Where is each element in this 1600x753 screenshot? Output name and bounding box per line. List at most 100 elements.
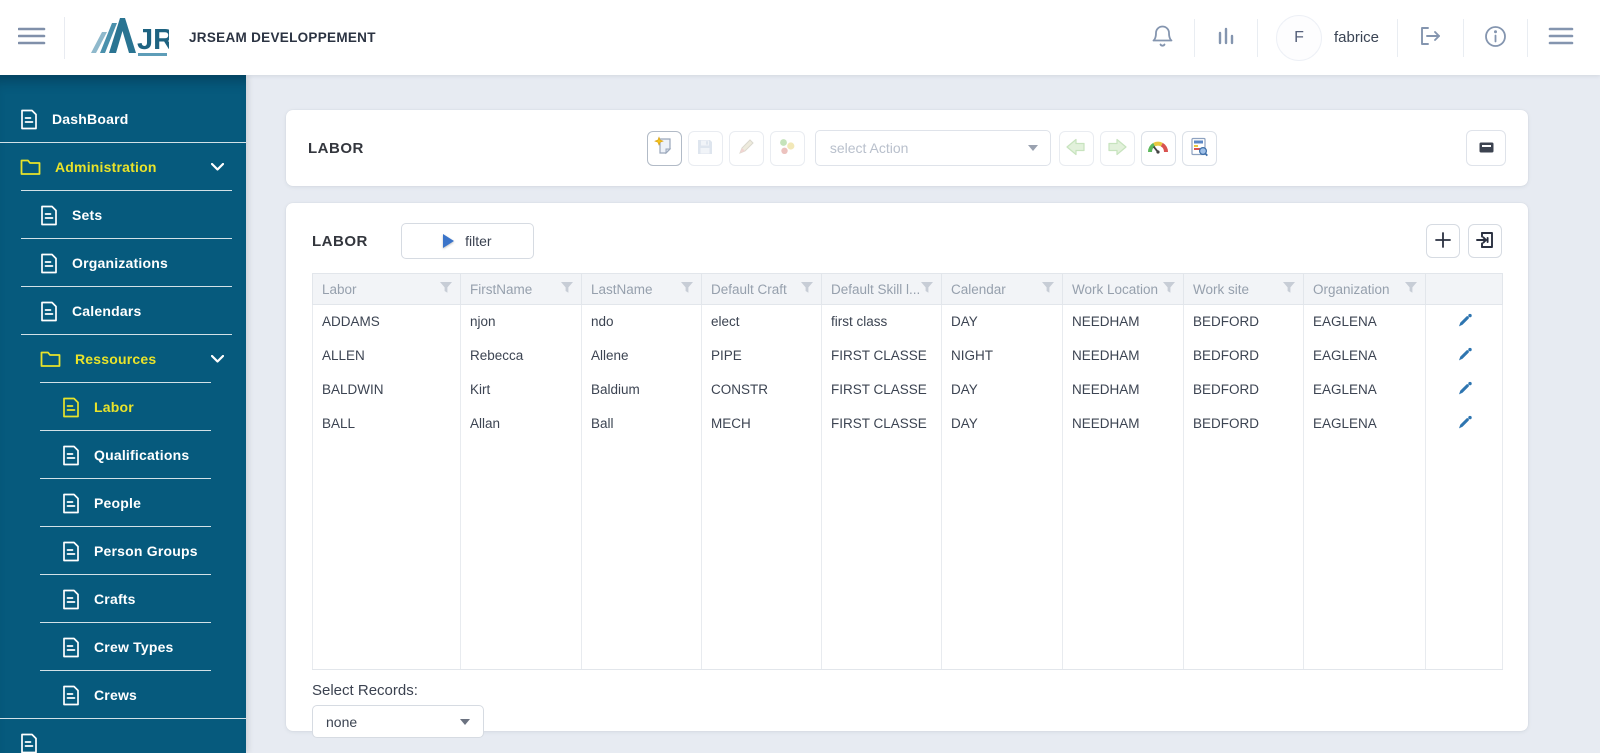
filter-funnel-icon[interactable] [1282,281,1296,297]
table-cell: FIRST CLASSE [821,372,942,407]
sidebar-nav: DashBoard Administration Sets Organizations… [0,75,246,753]
column-header-organization[interactable]: Organization [1303,273,1426,305]
app-logo[interactable]: JRS [89,15,169,61]
column-header-default-skill-l[interactable]: Default Skill l... [821,273,942,305]
previous-button[interactable] [1058,130,1094,166]
info-icon [1484,25,1507,51]
table-cell: MECH [701,406,822,441]
table-row[interactable]: ALLEN Rebecca Allene PIPE FIRST CLASSE NIGHT N… [312,338,1503,373]
save-icon [696,138,714,159]
avatar: F [1275,14,1322,61]
sidebar-item-labor[interactable]: Labor [0,383,246,431]
row-edit-button[interactable] [1455,311,1474,333]
sidebar-item-organizations[interactable]: Organizations [0,239,246,287]
filter-funnel-icon[interactable] [1404,281,1418,297]
table-header-row: Labor FirstName LastName Default Craft Defau… [312,273,1503,305]
table-cell: EAGLENA [1303,338,1426,373]
document-icon [40,205,58,226]
export-button[interactable] [1468,224,1502,258]
add-record-button[interactable] [1426,224,1460,258]
gauge-button[interactable] [1140,130,1176,166]
row-edit-button[interactable] [1455,379,1474,401]
sidebar-item-people[interactable]: People [0,479,246,527]
filter-funnel-icon[interactable] [680,281,694,297]
column-header-labor[interactable]: Labor [312,273,461,305]
settings-menu-button[interactable] [1528,26,1574,49]
sidebar-item-crafts[interactable]: Crafts [0,575,246,623]
bar-chart-icon [1215,25,1237,50]
row-edit-button[interactable] [1455,345,1474,367]
sidebar-toggle-button[interactable] [17,25,50,51]
sidebar-item-qualifications[interactable]: Qualifications [0,431,246,479]
folder-icon [40,350,61,368]
table-filler-cell [821,440,942,670]
document-icon [62,589,80,610]
table-filler-cell [1425,440,1503,670]
logout-button[interactable] [1398,26,1463,49]
table-row[interactable]: BALDWIN Kirt Baldium CONSTR FIRST CLASSE DAY N… [312,372,1503,407]
grid-panel: LABOR filter Labor FirstName LastName Defau… [286,203,1528,738]
filter-funnel-icon[interactable] [800,281,814,297]
table-cell: DAY [941,304,1063,339]
next-button[interactable] [1099,130,1135,166]
filter-funnel-icon[interactable] [1041,281,1055,297]
new-record-button[interactable] [646,130,682,166]
sidebar-item-person-groups[interactable]: Person Groups [0,527,246,575]
table-cell: EAGLENA [1303,372,1426,407]
filter-button[interactable]: filter [400,223,534,259]
table-cell-actions [1425,304,1503,339]
column-header-default-craft[interactable]: Default Craft [701,273,822,305]
table-cell: PIPE [701,338,822,373]
sidebar-item-administration[interactable]: Administration [0,143,246,191]
hamburger-icon [17,25,46,50]
row-edit-button[interactable] [1455,413,1474,435]
table-cell: NEEDHAM [1062,304,1184,339]
column-header-work-location[interactable]: Work Location [1062,273,1184,305]
collapse-panel-button[interactable] [1466,130,1506,166]
select-action-dropdown[interactable]: select Action [814,130,1051,166]
column-header-firstname[interactable]: FirstName [460,273,582,305]
info-button[interactable] [1464,25,1527,51]
sidebar-item-label: Crews [94,687,138,703]
filter-funnel-icon[interactable] [1162,281,1176,297]
column-header-lastname[interactable]: LastName [581,273,702,305]
sidebar-item-dashboard[interactable]: DashBoard [0,95,246,143]
sidebar-item-sets[interactable]: Sets [0,191,246,239]
table-cell: first class [821,304,942,339]
svg-text:JRS: JRS [137,24,169,56]
sidebar-item-crew-types[interactable]: Crew Types [0,623,246,671]
column-header-calendar[interactable]: Calendar [941,273,1063,305]
column-header-actions [1425,273,1503,305]
column-header-label: LastName [591,281,653,297]
table-filler-row [312,440,1503,670]
table-cell: BEDFORD [1183,338,1304,373]
multi-action-button[interactable] [769,130,805,166]
statistics-button[interactable] [1195,25,1257,50]
table-cell: ndo [581,304,702,339]
filter-funnel-icon[interactable] [560,281,574,297]
app-title: JRSEAM DEVELOPPEMENT [189,30,376,45]
sidebar-item-ressources[interactable]: Ressources [0,335,246,383]
user-menu[interactable]: F fabrice [1258,14,1397,61]
table-cell: BEDFORD [1183,372,1304,407]
report-button[interactable] [1181,130,1217,166]
sidebar-item-calendars[interactable]: Calendars [0,287,246,335]
main-content: LABOR select Action LABOR filter Labor F… [246,75,1600,753]
select-records-dropdown[interactable]: none [312,705,484,738]
table-row[interactable]: ADDAMS njon ndo elect first class DAY NEEDHAM B… [312,304,1503,339]
filter-funnel-icon[interactable] [439,281,453,297]
notifications-button[interactable] [1131,24,1194,51]
save-button[interactable] [687,130,723,166]
filter-funnel-icon[interactable] [920,281,934,297]
select-records-value: none [326,713,358,730]
sidebar-item-crews[interactable]: Crews [0,671,246,719]
sidebar-item-label: People [94,495,142,511]
document-icon [62,445,80,466]
table-cell: FIRST CLASSE [821,338,942,373]
sidebar-item-label: Sets [72,207,103,223]
table-cell: CONSTR [701,372,822,407]
sidebar-item-partial-item[interactable] [0,719,246,753]
table-row[interactable]: BALL Allan Ball MECH FIRST CLASSE DAY NEEDHAM B… [312,406,1503,441]
edit-button[interactable] [728,130,764,166]
column-header-work-site[interactable]: Work site [1183,273,1304,305]
